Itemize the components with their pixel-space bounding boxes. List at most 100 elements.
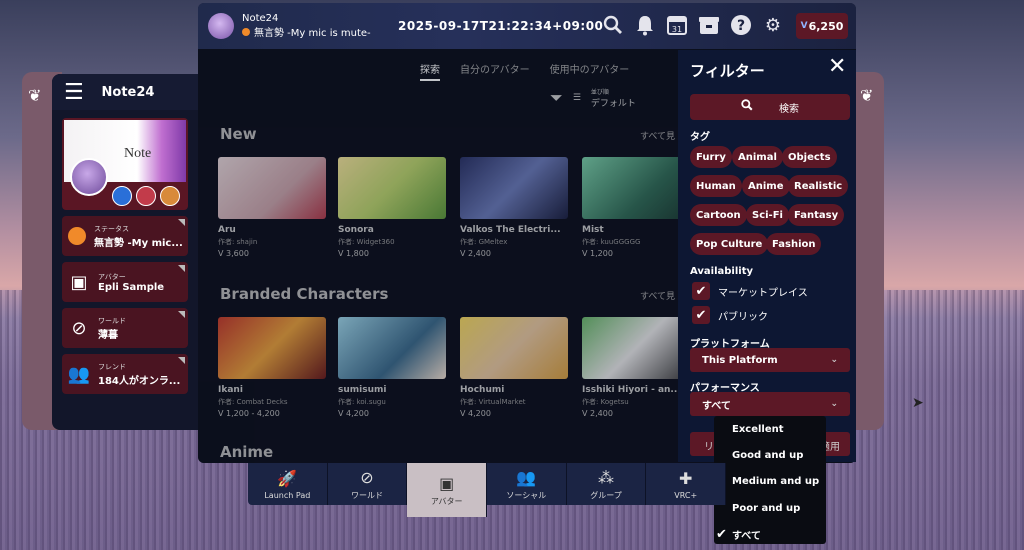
checkbox-checked-icon[interactable]: ✔ <box>692 282 710 300</box>
avatar-thumbnail <box>582 157 690 219</box>
nav-launch-pad[interactable]: 🚀 Launch Pad <box>248 463 328 505</box>
tab-in-use-avatars[interactable]: 使用中のアバター <box>550 61 630 81</box>
avatar-tabs: 探索 自分のアバター 使用中のアバター <box>420 61 629 81</box>
quick-menu-title: Note24 <box>101 84 155 100</box>
chevron-down-icon: ⌄ <box>830 355 838 365</box>
tag-anime[interactable]: Anime <box>742 175 790 197</box>
datetime: 2025-09-17T21:22:34+09:00 <box>398 19 604 33</box>
filter-panel: フィルター ✕ 検索 タグ Furry Animal Objects Human… <box>678 50 856 462</box>
availability-marketplace[interactable]: ✔ マーケットプレイス <box>692 282 808 300</box>
marketplace-label: マーケットプレイス <box>718 287 808 299</box>
section-title-new: New <box>220 125 257 143</box>
avatar-card[interactable]: Mist 作者: kuuGGGGG V 1,200 <box>582 157 690 258</box>
tab-my-avatars[interactable]: 自分のアバター <box>460 61 530 81</box>
performance-option-poor[interactable]: Poor and up <box>714 495 826 521</box>
nav-social[interactable]: 👥 ソーシャル <box>487 463 567 505</box>
performance-option-excellent[interactable]: Excellent <box>714 416 826 442</box>
avatar-card-title: sumisumi <box>338 385 387 395</box>
option-label: Poor and up <box>732 502 801 514</box>
sort-label: 並び順 <box>590 89 609 96</box>
avatar-card-author: 作者: Widget360 <box>338 238 395 246</box>
checkbox-checked-icon[interactable]: ✔ <box>692 306 710 324</box>
see-all-branded-link[interactable]: すべて見 <box>640 289 675 302</box>
currency-icon: V <box>800 21 808 31</box>
platform-value: This Platform <box>702 354 778 366</box>
checkmark-icon: ✔ <box>716 527 727 543</box>
notification-bell-icon[interactable] <box>634 13 656 37</box>
nav-worlds[interactable]: ⊘ ワールド <box>327 463 408 505</box>
sort-value: デフォルト <box>590 99 636 109</box>
tag-cartoon[interactable]: Cartoon <box>690 204 747 226</box>
rocket-icon: 🚀 <box>277 468 298 488</box>
sort-icon[interactable]: ☰ <box>573 93 581 103</box>
tag-animal[interactable]: Animal <box>732 146 783 168</box>
performance-select[interactable]: すべて ⌄ <box>690 392 850 416</box>
avatar-card-price: V 2,400 <box>582 409 613 418</box>
avatar-card[interactable]: Isshiki Hiyori - an... 作者: Kogetsu V 2,4… <box>582 317 690 418</box>
profile-card[interactable]: Note <box>62 118 188 210</box>
avatar-card-author: 作者: Kogetsu <box>582 398 629 406</box>
tag-sci-fi[interactable]: Sci-Fi <box>746 204 789 226</box>
filter-search-button[interactable]: 検索 <box>690 94 850 120</box>
status-value: 無言勢 -My mic... <box>94 237 183 249</box>
user-status: 無言勢 -My mic is mute- <box>254 28 371 39</box>
filter-funnel-icon[interactable]: ⏷ <box>550 88 563 108</box>
option-label: Medium and up <box>732 476 820 488</box>
avatar-card[interactable]: Sonora 作者: Widget360 V 1,800 <box>338 157 446 258</box>
tag-pop-culture[interactable]: Pop Culture <box>690 233 769 255</box>
bottom-nav-bar: 🚀 Launch Pad ⊘ ワールド ▣ アバター 👥 ソーシャル ⁂ グルー… <box>248 463 727 517</box>
store-icon[interactable] <box>698 13 720 37</box>
filter-sort-row: ⏷ ☰ 並び順デフォルト <box>550 87 636 109</box>
quick-menu-friends[interactable]: 👥 フレンド 184人がオンラ... <box>62 354 188 394</box>
sort-control[interactable]: 並び順 デフォルト <box>591 87 636 109</box>
performance-option-all[interactable]: ✔ すべて <box>714 522 826 548</box>
hamburger-menu-icon[interactable]: ☰ <box>64 80 88 105</box>
calendar-icon[interactable]: 31 <box>666 13 688 37</box>
avatar-card-author: 作者: VirtualMarket <box>460 398 526 406</box>
avatar-card[interactable]: Valkos The Electri... 作者: GMeltex V 2,40… <box>460 157 568 258</box>
avatar-card-author: 作者: koi.sugu <box>338 398 386 406</box>
quick-menu-avatar[interactable]: ▣ アバター Epli Sample <box>62 262 188 302</box>
help-icon[interactable]: ? <box>730 13 752 37</box>
avatar-card-price: V 4,200 <box>338 409 369 418</box>
tag-fantasy[interactable]: Fantasy <box>788 204 845 226</box>
pointer-cursor-icon: ➤ <box>912 395 924 411</box>
availability-label: Availability <box>690 266 753 277</box>
performance-option-medium[interactable]: Medium and up <box>714 469 826 495</box>
nav-vrc-plus[interactable]: ✚ VRC+ <box>646 463 727 505</box>
nav-groups[interactable]: ⁂ グループ <box>566 463 647 505</box>
social-icon: 👥 <box>516 467 537 487</box>
world-value: 薄暮 <box>98 329 118 341</box>
tag-fashion[interactable]: Fashion <box>766 233 822 255</box>
tag-realistic[interactable]: Realistic <box>788 175 849 197</box>
status-dot-icon <box>242 27 250 36</box>
badge-icon <box>160 186 180 206</box>
avatar-card[interactable]: Hochumi 作者: VirtualMarket V 4,200 <box>460 317 568 418</box>
avatar-card[interactable]: Ikani 作者: Combat Decks V 1,200 - 4,200 <box>218 317 326 418</box>
quick-menu-status[interactable]: ステータス 無言勢 -My mic... <box>62 216 188 256</box>
avatar-thumbnail <box>460 157 568 219</box>
tag-objects[interactable]: Objects <box>782 146 837 168</box>
performance-option-good[interactable]: Good and up <box>714 442 826 468</box>
avatar-card-title: Mist <box>582 225 604 235</box>
tag-human[interactable]: Human <box>690 175 742 197</box>
currency-balance[interactable]: V 6,250 <box>796 13 848 39</box>
nav-avatars[interactable]: ▣ アバター <box>407 463 488 517</box>
avatar-card-price: V 4,200 <box>460 409 491 418</box>
username: Note24 <box>242 13 279 24</box>
close-icon[interactable]: ✕ <box>828 54 846 79</box>
platform-select[interactable]: This Platform ⌄ <box>690 348 850 372</box>
settings-gear-icon[interactable]: ⚙ <box>762 13 784 37</box>
performance-value: すべて <box>702 400 731 412</box>
tag-furry[interactable]: Furry <box>690 146 732 168</box>
availability-public[interactable]: ✔ パブリック <box>692 306 768 324</box>
avatar-card-price: V 1,800 <box>338 249 369 258</box>
quick-menu-world[interactable]: ⊘ ワールド 薄暮 <box>62 308 188 348</box>
avatar-card[interactable]: Aru 作者: shajin V 3,600 <box>218 157 326 258</box>
search-icon[interactable] <box>602 13 624 37</box>
user-avatar[interactable] <box>208 13 234 39</box>
avatar-card[interactable]: sumisumi 作者: koi.sugu V 4,200 <box>338 317 446 418</box>
quick-menu-panel: ☰ Note24 Note ステータス 無言勢 -My mic... ▣ アバター… <box>52 74 198 430</box>
tab-explore[interactable]: 探索 <box>420 61 440 81</box>
see-all-new-link[interactable]: すべて見 <box>640 129 675 142</box>
